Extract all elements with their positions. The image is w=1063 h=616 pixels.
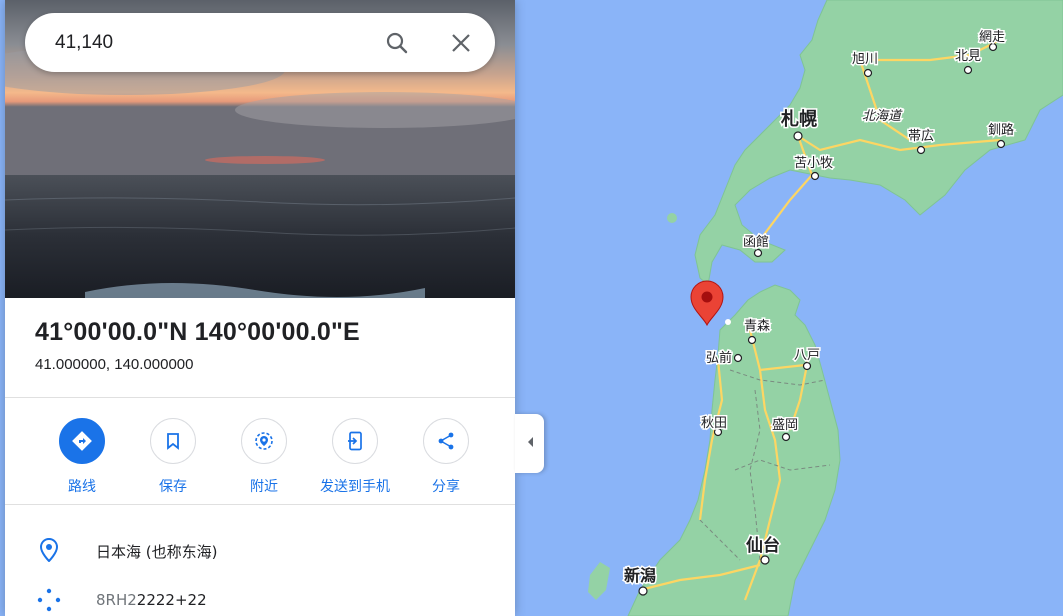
city-dot [781, 432, 791, 442]
city-label: 網走 [979, 30, 1005, 45]
info-row-plus-code[interactable]: 8RH22222+22 [5, 580, 515, 616]
city-dot [760, 555, 770, 565]
bookmark-icon [150, 418, 196, 464]
send-to-phone-label: 发送到手机 [320, 479, 390, 495]
city-label: 北見 [955, 49, 981, 64]
collapse-panel-button[interactable] [515, 414, 544, 473]
divider [5, 397, 515, 398]
city-label: 秋田 [701, 416, 727, 431]
plus-code-icon [37, 588, 61, 612]
land-island [725, 319, 731, 325]
city-label: 新潟 [624, 566, 656, 585]
directions-button[interactable]: 路线 [32, 418, 132, 496]
info-row-place[interactable]: 日本海 (也称东海) [5, 530, 515, 570]
city-dot [753, 248, 763, 258]
place-decimal-coords: 41.000000, 140.000000 [35, 356, 194, 373]
place-name: 日本海 (也称东海) [96, 543, 218, 561]
search-input[interactable] [55, 31, 355, 55]
divider [5, 504, 515, 505]
location-pin-icon [37, 538, 61, 562]
save-label: 保存 [159, 479, 187, 495]
save-button[interactable]: 保存 [123, 418, 223, 496]
city-label: 仙台 [746, 535, 780, 556]
plus-code: 8RH22222+22 [96, 591, 207, 609]
share-button[interactable]: 分享 [396, 418, 496, 496]
plus-code-main: 2222+22 [136, 591, 207, 609]
send-to-phone-button[interactable]: 发送到手机 [305, 418, 405, 496]
place-panel: 41°00'00.0"N 140°00'00.0"E 41.000000, 14… [5, 0, 515, 616]
land-island [667, 213, 677, 223]
place-header: 41°00'00.0"N 140°00'00.0"E 41.000000, 14… [35, 318, 505, 373]
city-dot [963, 65, 973, 75]
city-label: 札幌 [780, 108, 817, 130]
city-dot [863, 68, 873, 78]
city-dot [638, 586, 648, 596]
directions-icon [59, 418, 105, 464]
action-bar: 路线 保存 附近 发送到手机 分享 [32, 418, 492, 498]
nearby-button[interactable]: 附近 [214, 418, 314, 496]
plus-code-prefix: 8RH2 [96, 591, 137, 609]
city-label: 八戸 [794, 348, 820, 363]
city-label: 函館 [743, 235, 769, 250]
region-label: 北海道 [862, 109, 903, 124]
city-label: 旭川 [852, 52, 878, 67]
city-dot [916, 145, 926, 155]
city-label: 苫小牧 [794, 155, 833, 171]
close-icon[interactable] [447, 29, 475, 57]
city-dot [793, 131, 803, 141]
city-dot [802, 361, 812, 371]
city-dot [810, 171, 820, 181]
city-dot [747, 335, 757, 345]
search-icon[interactable] [383, 29, 411, 57]
search-box [25, 13, 495, 72]
city-label: 釧路 [988, 122, 1014, 138]
land-sado [588, 562, 610, 600]
city-label: 弘前 [706, 350, 732, 366]
map-pin-icon[interactable] [690, 280, 724, 327]
land-honshu [627, 284, 841, 616]
city-label: 青森 [744, 319, 770, 334]
city-dot [733, 353, 743, 363]
share-icon [423, 418, 469, 464]
city-label: 盛岡 [772, 418, 798, 433]
chevron-left-icon [526, 435, 534, 453]
nearby-icon [241, 418, 287, 464]
place-title: 41°00'00.0"N 140°00'00.0"E [35, 318, 360, 346]
send-to-phone-icon [332, 418, 378, 464]
city-label: 帯広 [908, 129, 934, 144]
nearby-label: 附近 [250, 479, 278, 495]
city-dot [996, 139, 1006, 149]
share-label: 分享 [432, 479, 460, 495]
directions-label: 路线 [68, 479, 96, 495]
